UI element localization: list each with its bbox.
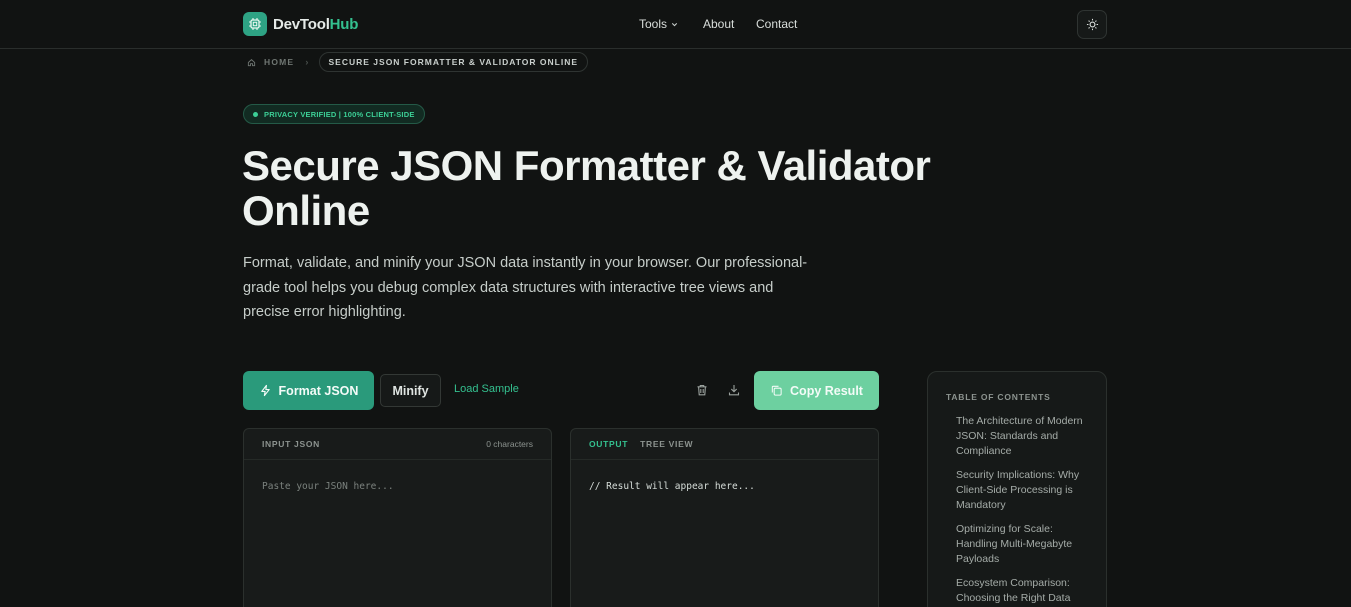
input-panel-label: INPUT JSON: [262, 439, 321, 449]
toc-item[interactable]: Security Implications: Why Client-Side P…: [956, 468, 1096, 513]
output-panel-header: OUTPUT TREE VIEW: [571, 429, 878, 460]
privacy-badge: PRIVACY VERIFIED | 100% CLIENT-SIDE: [243, 104, 425, 124]
clear-button[interactable]: [693, 381, 711, 399]
format-json-label: Format JSON: [278, 383, 359, 398]
chevron-down-icon: [671, 22, 678, 26]
nav-tools[interactable]: Tools: [639, 17, 679, 31]
download-icon: [728, 385, 740, 396]
brand-logo-link[interactable]: DevToolHub: [243, 12, 358, 36]
breadcrumb-separator: ›: [305, 57, 310, 67]
nav-contact[interactable]: Contact: [756, 17, 797, 31]
nav-about[interactable]: About: [703, 17, 734, 31]
tab-output[interactable]: OUTPUT: [589, 439, 628, 449]
output-panel: OUTPUT TREE VIEW // Result will appear h…: [570, 428, 879, 607]
top-navigation: DevToolHub Tools About Contact: [0, 0, 1351, 49]
download-button[interactable]: [725, 381, 743, 399]
json-input-textarea[interactable]: Paste your JSON here...: [262, 481, 394, 492]
nav-tools-label: Tools: [639, 17, 668, 31]
input-panel: INPUT JSON 0 characters Paste your JSON …: [243, 428, 552, 607]
toc-item[interactable]: Optimizing for Scale: Handling Multi-Meg…: [956, 522, 1096, 567]
home-icon: [247, 58, 256, 66]
copy-result-label: Copy Result: [790, 383, 863, 398]
breadcrumb-current: SECURE JSON FORMATTER & VALIDATOR ONLINE: [318, 52, 589, 72]
brand-name: DevToolHub: [273, 15, 359, 33]
trash-icon: [697, 384, 707, 396]
toc-item[interactable]: Ecosystem Comparison: Choosing the Right…: [956, 576, 1096, 606]
character-count: 0 characters: [486, 439, 533, 449]
toc-item[interactable]: The Architecture of Modern JSON: Standar…: [956, 414, 1096, 459]
page-title: Secure JSON Formatter & Validator Online: [242, 142, 931, 234]
copy-icon: [771, 385, 782, 396]
privacy-badge-label: PRIVACY VERIFIED | 100% CLIENT-SIDE: [264, 109, 415, 119]
chip-icon: [243, 12, 267, 36]
breadcrumb-home-label: HOME: [264, 57, 295, 67]
sun-icon: [1086, 18, 1098, 31]
page-description: Format, validate, and minify your JSON d…: [243, 255, 808, 320]
theme-toggle-button[interactable]: [1077, 10, 1107, 39]
tab-tree-view[interactable]: TREE VIEW: [640, 439, 693, 449]
minify-button[interactable]: Minify: [380, 374, 441, 407]
load-sample-button[interactable]: Load Sample: [454, 383, 519, 395]
breadcrumb: HOME › SECURE JSON FORMATTER & VALIDATOR…: [247, 51, 589, 73]
format-json-button[interactable]: Format JSON: [243, 371, 374, 410]
json-output-area: // Result will appear here...: [589, 481, 755, 492]
lightning-icon: [260, 384, 270, 397]
status-dot-icon: [253, 111, 258, 117]
table-of-contents: TABLE OF CONTENTS The Architecture of Mo…: [927, 371, 1107, 607]
toc-list: The Architecture of Modern JSON: Standar…: [956, 414, 1096, 607]
toc-title: TABLE OF CONTENTS: [946, 392, 1051, 402]
copy-result-button[interactable]: Copy Result: [754, 371, 879, 410]
breadcrumb-home[interactable]: HOME: [247, 57, 294, 67]
input-panel-header: INPUT JSON 0 characters: [244, 429, 551, 460]
